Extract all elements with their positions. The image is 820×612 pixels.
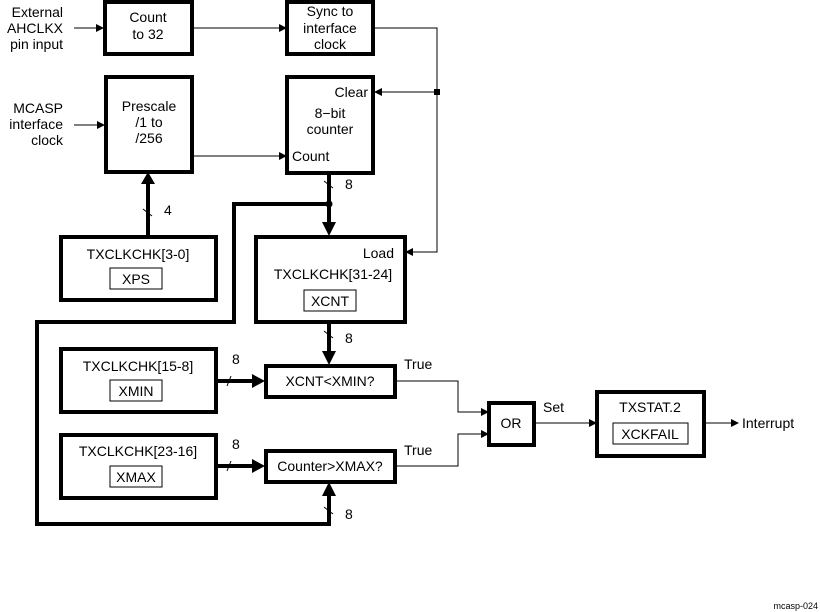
input-label-external: pin input [10, 36, 63, 52]
block-label: /256 [135, 130, 162, 146]
input-label-external: External [12, 4, 63, 20]
block-label: Count [129, 9, 166, 25]
load-port-label: Load [363, 245, 394, 261]
bus-width-label: 8 [232, 351, 240, 367]
register-title: TXCLKCHK[3-0] [87, 246, 190, 262]
compare-label: XCNT<XMIN? [285, 373, 374, 389]
signal-label-set: Set [543, 399, 564, 415]
register-title: TXCLKCHK[31-24] [274, 266, 392, 282]
register-title: TXSTAT.2 [619, 399, 681, 415]
arrowhead [322, 351, 336, 365]
arrowhead [97, 121, 105, 129]
figure-id: mcasp-024 [773, 601, 818, 611]
arrowhead [322, 482, 336, 496]
arrowhead [374, 88, 382, 96]
register-title: TXCLKCHK[23-16] [79, 443, 197, 459]
count-to-32-block: Count to 32 [103, 0, 194, 56]
compare-max-block: Counter>XMAX? [264, 449, 397, 484]
bus-width-label: 8 [345, 506, 353, 522]
block-label: Prescale [122, 98, 177, 114]
bus-width-label: 8 [345, 330, 353, 346]
bus-width-label: 4 [164, 202, 172, 218]
arrowhead [252, 459, 265, 473]
signal-label-true: True [404, 442, 432, 458]
input-label-mcasp: MCASP [13, 100, 63, 116]
xcnt-register: Load TXCLKCHK[31-24] XCNT [254, 235, 407, 324]
arrowhead [322, 222, 336, 236]
register-field: XCKFAIL [621, 426, 679, 442]
xmin-register: TXCLKCHK[15-8] XMIN [59, 347, 218, 414]
status-register: TXSTAT.2 XCKFAIL [595, 390, 706, 458]
input-label-external: AHCLKX [7, 20, 64, 36]
block-label: clock [314, 36, 347, 52]
block-label: to 32 [132, 26, 163, 42]
bus-width-label: 8 [345, 176, 353, 192]
sync-block: Sync to interface clock [285, 0, 375, 56]
arrowhead [252, 374, 265, 388]
junction-dot [434, 89, 440, 95]
register-field: XCNT [311, 293, 350, 309]
or-label: OR [501, 415, 522, 431]
arrowhead [731, 419, 739, 427]
register-field: XPS [122, 271, 150, 287]
input-label-mcasp: clock [31, 132, 64, 148]
block-label: /1 to [135, 114, 162, 130]
compare-min-block: XCNT<XMIN? [264, 364, 397, 399]
clock-check-diagram: Count to 32 Sync to interface clock Pres… [7, 0, 818, 611]
prescale-block: Prescale /1 to /256 [104, 75, 194, 174]
clear-port-label: Clear [335, 84, 369, 100]
counter-block: Clear 8−bit counter Count [285, 75, 375, 175]
block-label: interface [303, 20, 357, 36]
wire-true-min-to-or [395, 380, 482, 413]
block-label: Sync to [307, 3, 354, 19]
arrowhead [96, 24, 104, 32]
wire-sync-to-load [373, 27, 438, 253]
input-label-mcasp: interface [9, 116, 63, 132]
xmax-register: TXCLKCHK[23-16] XMAX [59, 433, 218, 500]
signal-label-true: True [404, 356, 432, 372]
register-field: XMIN [119, 383, 154, 399]
block-label: counter [307, 121, 354, 137]
register-field: XMAX [116, 469, 156, 485]
compare-label: Counter>XMAX? [277, 458, 383, 474]
xps-register: TXCLKCHK[3-0] XPS [59, 235, 218, 302]
count-port-label: Count [292, 148, 329, 164]
register-title: TXCLKCHK[15-8] [83, 358, 193, 374]
signal-label-interrupt: Interrupt [742, 415, 794, 431]
or-gate: OR [487, 401, 536, 447]
bus-width-label: 8 [232, 436, 240, 452]
block-label: 8−bit [315, 105, 346, 121]
